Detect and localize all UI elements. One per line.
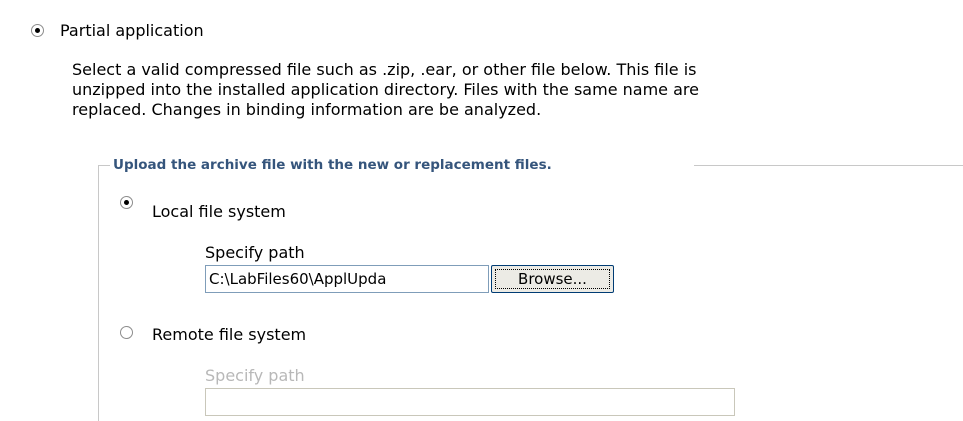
description-line-1: Select a valid compressed file such as .… xyxy=(72,60,697,79)
upload-group-border-top-right xyxy=(694,165,963,166)
local-path-input[interactable]: C:\LabFiles60\ApplUpda xyxy=(205,265,489,293)
upload-group-legend: Upload the archive file with the new or … xyxy=(113,155,556,175)
browse-button-label: Browse... xyxy=(495,269,610,289)
description-line-3: replaced. Changes in binding information… xyxy=(72,100,542,119)
remote-file-system-radio[interactable] xyxy=(120,326,133,339)
partial-application-label[interactable]: Partial application xyxy=(60,21,204,41)
remote-specify-path-label: Specify path xyxy=(205,366,305,385)
partial-application-description: Select a valid compressed file such as .… xyxy=(72,60,952,120)
local-file-system-label[interactable]: Local file system xyxy=(152,202,286,222)
upload-group-border xyxy=(98,165,99,421)
upload-group-border-top-left xyxy=(98,165,110,166)
partial-application-radio[interactable] xyxy=(31,24,44,37)
remote-file-system-label[interactable]: Remote file system xyxy=(152,325,306,345)
remote-path-input[interactable] xyxy=(205,388,735,416)
local-file-system-radio[interactable] xyxy=(120,196,133,209)
description-line-2: unzipped into the installed application … xyxy=(72,80,699,99)
local-specify-path-label: Specify path xyxy=(205,243,305,262)
browse-button[interactable]: Browse... xyxy=(491,265,614,293)
